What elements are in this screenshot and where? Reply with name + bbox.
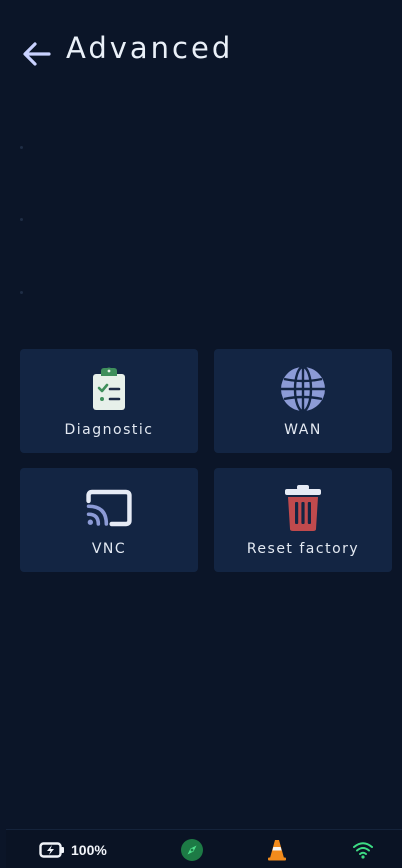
diagnostic-tile[interactable]: Diagnostic [20, 349, 198, 453]
compass-icon [181, 839, 203, 861]
vnc-tile[interactable]: VNC [20, 468, 198, 572]
wan-tile[interactable]: WAN [214, 349, 392, 453]
battery-status: 100% [39, 838, 107, 862]
wifi-status[interactable] [352, 838, 374, 862]
battery-percentage: 100% [71, 842, 107, 858]
decorative-dot [20, 291, 23, 294]
wan-label: WAN [284, 422, 322, 438]
decorative-dot [20, 218, 23, 221]
status-bar: 100% [6, 829, 402, 868]
traffic-cone-icon [268, 840, 286, 861]
back-button[interactable] [18, 36, 54, 72]
decorative-dot [20, 146, 23, 149]
wifi-icon [353, 842, 373, 859]
globe-icon [279, 365, 327, 413]
clipboard-check-icon [85, 365, 133, 413]
page-title: Advanced [66, 31, 234, 65]
cone-status[interactable] [267, 838, 287, 862]
reset-factory-label: Reset factory [246, 541, 360, 557]
reset-factory-tile[interactable]: Reset factory [214, 468, 392, 572]
arrow-left-icon [23, 42, 51, 66]
trash-icon [279, 484, 327, 532]
diagnostic-label: Diagnostic [64, 422, 154, 438]
vnc-label: VNC [91, 541, 127, 557]
battery-charging-icon [39, 842, 64, 858]
compass-status[interactable] [180, 838, 204, 862]
advanced-screen: Advanced Diagnostic WAN VNC Reset factor… [6, 6, 402, 868]
cast-icon [85, 484, 133, 532]
header: Advanced [6, 6, 402, 96]
